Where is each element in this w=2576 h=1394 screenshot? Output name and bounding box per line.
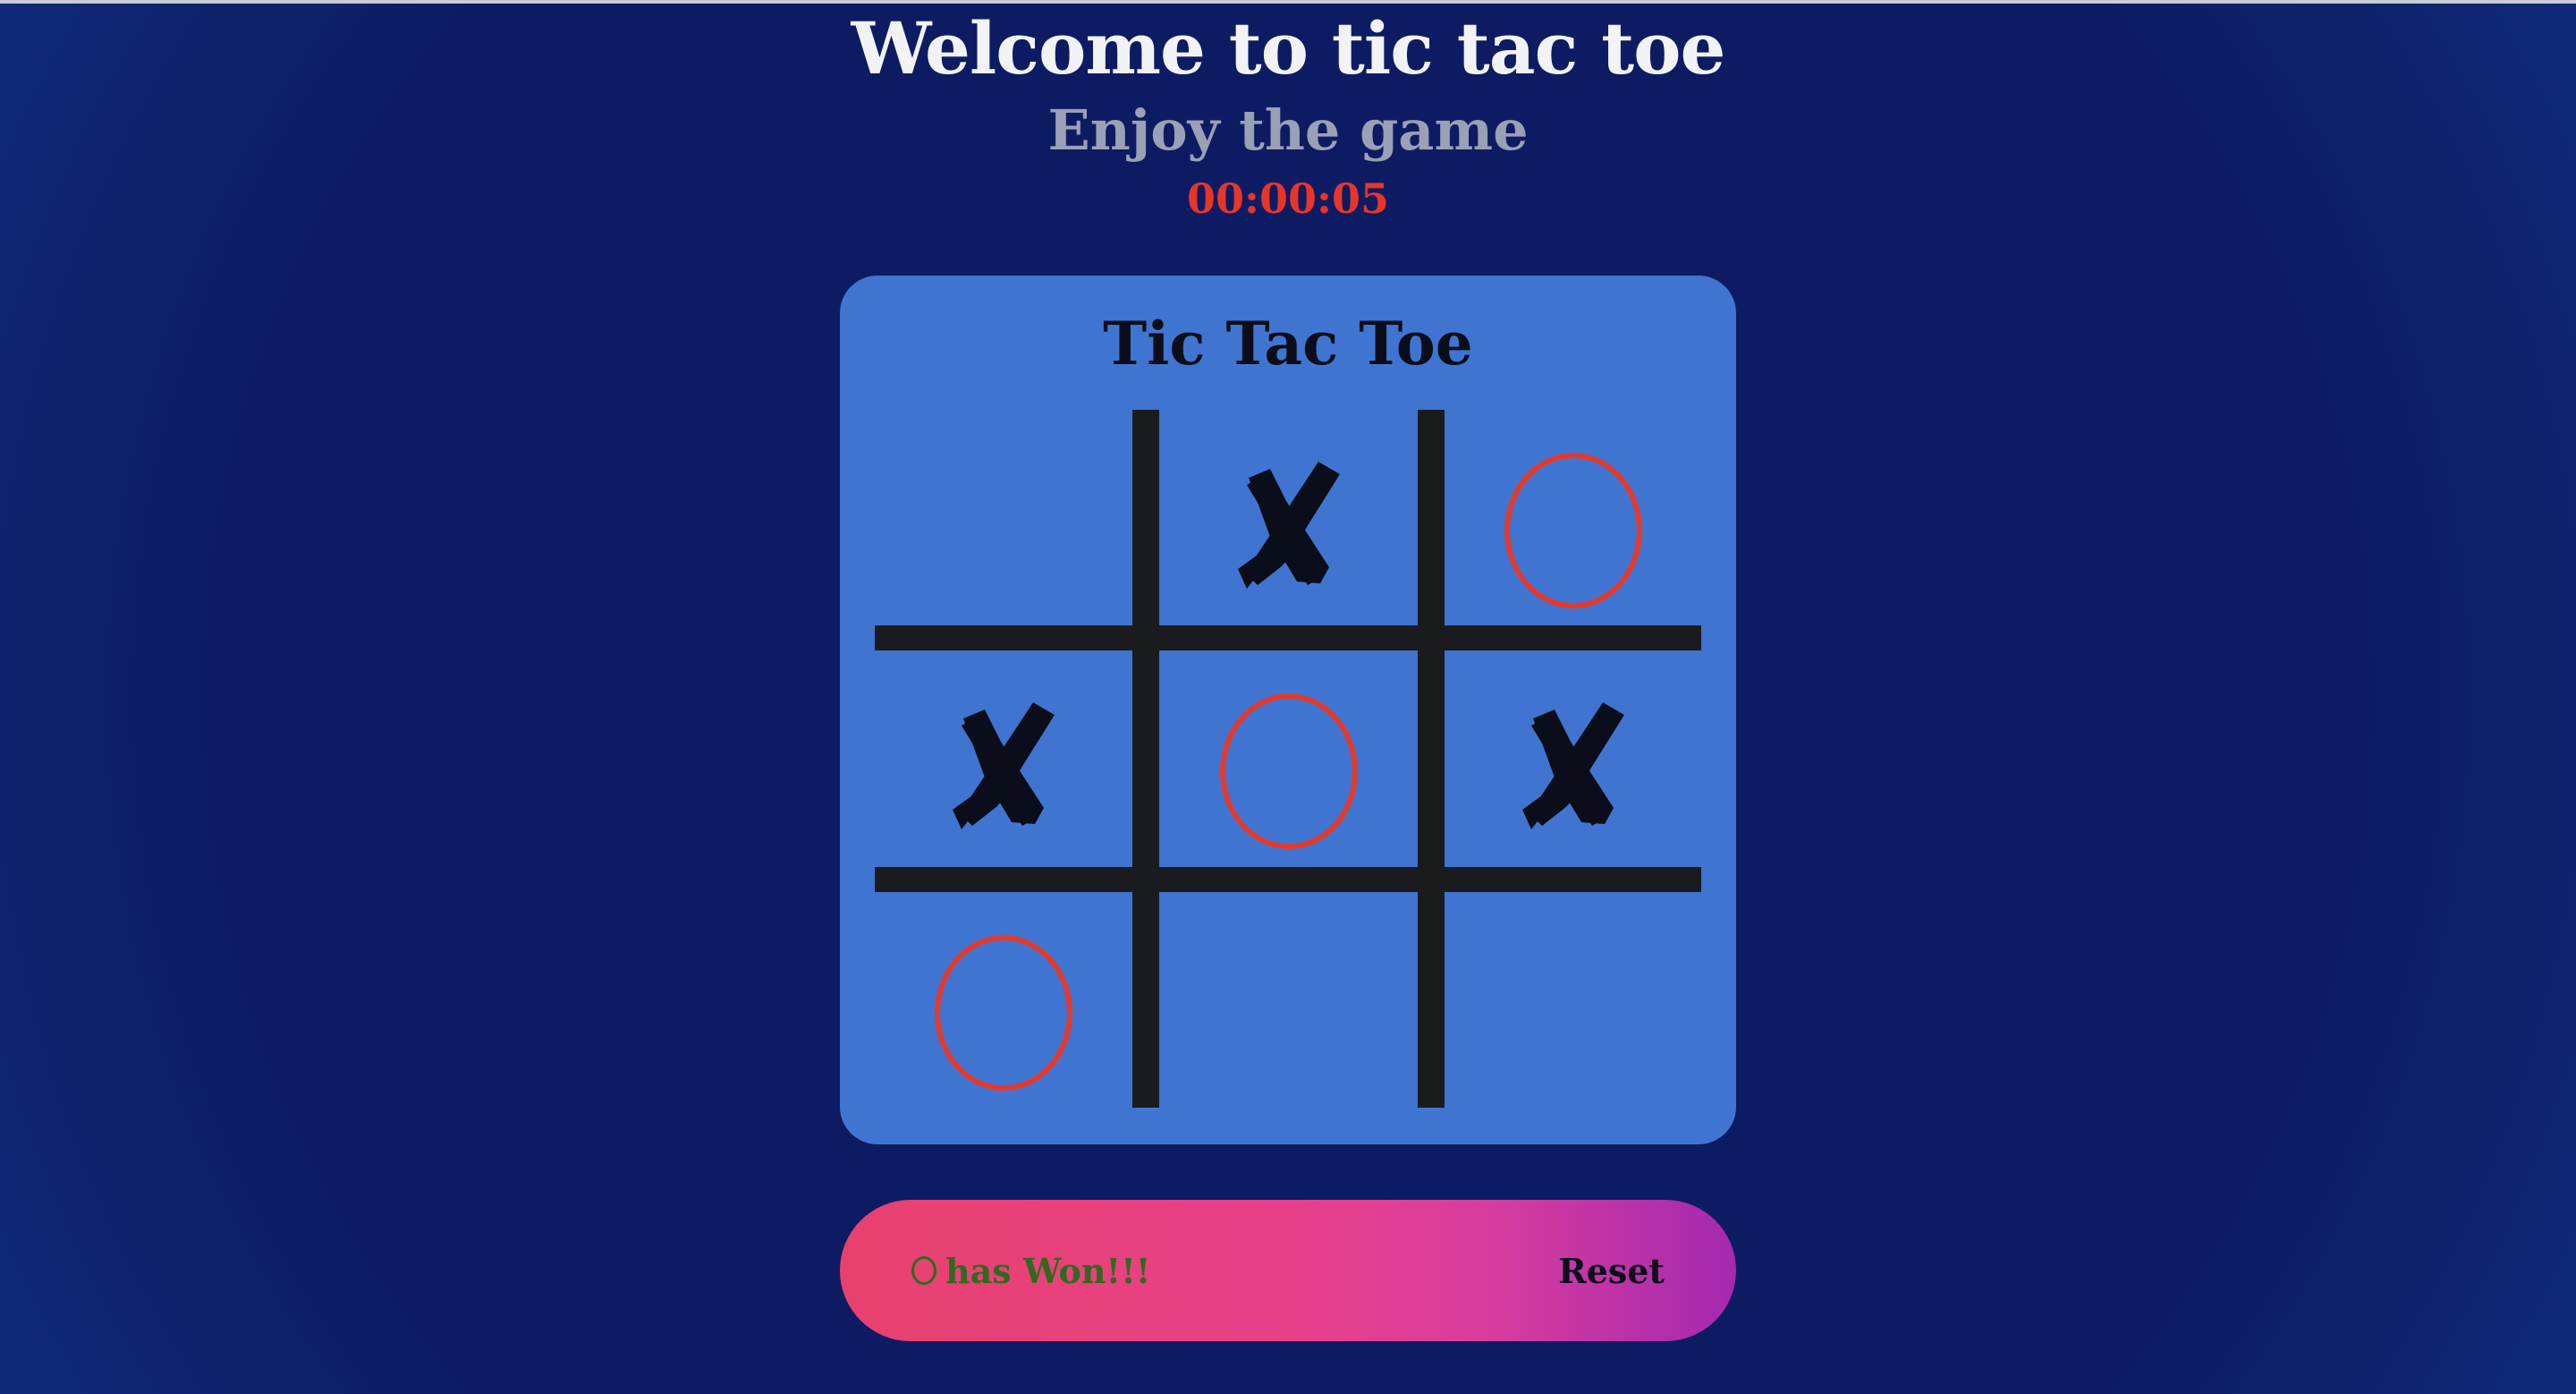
game-timer: 00:00:05	[1186, 174, 1389, 223]
winner-message: has Won!!!	[911, 1245, 1150, 1296]
winner-o-icon	[911, 1256, 936, 1285]
o-mark	[1504, 452, 1642, 608]
top-border-line	[0, 0, 2576, 4]
x-mark	[945, 699, 1062, 837]
board-cell-1-3[interactable]	[1445, 410, 1701, 625]
grid-line-horizontal-2	[875, 867, 1701, 892]
o-mark	[1219, 693, 1358, 849]
board-cell-2-2[interactable]	[1159, 650, 1418, 867]
board-cell-1-1[interactable]	[875, 410, 1132, 625]
board-cell-3-1[interactable]	[875, 892, 1132, 1108]
page-subtitle: Enjoy the game	[1047, 98, 1529, 163]
board-cell-1-2[interactable]	[1159, 410, 1418, 625]
game-title: Tic Tac Toe	[1103, 309, 1473, 378]
page-title: Welcome to tic tac toe	[851, 6, 1726, 90]
x-mark	[1515, 699, 1631, 837]
game-card: Tic Tac Toe	[840, 276, 1736, 1144]
board-cell-2-3[interactable]	[1445, 650, 1701, 867]
game-board	[875, 410, 1701, 1108]
board-cell-2-1[interactable]	[875, 650, 1132, 867]
grid-line-vertical-2	[1418, 410, 1445, 1108]
x-mark	[1231, 458, 1347, 596]
winner-message-label: has Won!!!	[945, 1250, 1151, 1291]
reset-button[interactable]: Reset	[1558, 1245, 1665, 1296]
grid-line-vertical-1	[1132, 410, 1159, 1108]
grid-line-horizontal-1	[875, 625, 1701, 650]
board-cell-3-3[interactable]	[1445, 892, 1701, 1108]
status-bar: has Won!!! Reset	[840, 1200, 1736, 1341]
board-cell-3-2[interactable]	[1159, 892, 1418, 1108]
o-mark	[935, 934, 1072, 1091]
